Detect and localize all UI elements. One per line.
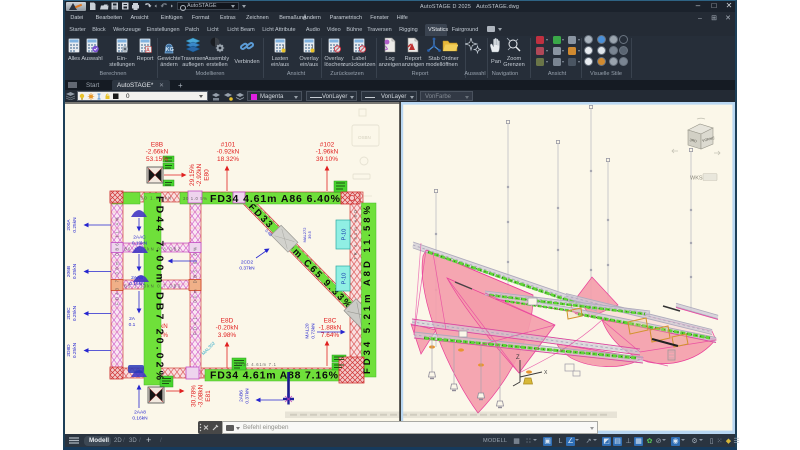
svg-text:2CD2: 2CD2 [241, 260, 254, 266]
svg-text:30.78%: 30.78% [191, 385, 198, 407]
svg-text:E80: E80 [203, 169, 210, 181]
svg-text:0.19kN: 0.19kN [132, 241, 148, 247]
svg-text:-0.20kN: -0.20kN [216, 325, 239, 332]
svg-text:200A: 200A [66, 219, 72, 231]
svg-text:P-10: P-10 [342, 273, 348, 285]
svg-text:MAL302: MAL302 [201, 340, 217, 356]
svg-text:E81: E81 [205, 390, 212, 402]
svg-text:P-10: P-10 [342, 229, 348, 241]
svg-text:Z: Z [516, 355, 520, 361]
svg-text:206B: 206B [66, 266, 72, 277]
svg-text:WKS: WKS [690, 176, 703, 182]
svg-text:18.32%: 18.32% [217, 156, 239, 163]
svg-text:FD34 4.61m A86 6.40%: FD34 4.61m A86 6.40% [210, 193, 341, 205]
svg-text:0.25kN: 0.25kN [72, 305, 78, 321]
svg-text:FD34 4.61m 7.1: FD34 4.61m 7.1 [236, 362, 277, 367]
svg-text:#101: #101 [221, 142, 236, 149]
svg-text:0.25kN: 0.25kN [72, 342, 78, 358]
svg-text:TR 4.61m A8D: TR 4.61m A8D [353, 210, 358, 260]
svg-text:0.16kN: 0.16kN [132, 416, 148, 422]
svg-text:39.10%: 39.10% [316, 156, 338, 163]
svg-text:0.37kN: 0.37kN [245, 388, 251, 404]
svg-text:E8C: E8C [324, 318, 337, 325]
svg-text:0.73kN: 0.73kN [311, 323, 317, 339]
svg-text:KG: KG [166, 47, 174, 53]
svg-text:MAL20: MAL20 [305, 323, 311, 339]
svg-text:-1.88kN: -1.88kN [319, 325, 342, 332]
svg-text:FD34 4.61m A88 7.16%: FD34 4.61m A88 7.16% [210, 370, 339, 382]
svg-text:0.37kN: 0.37kN [239, 266, 255, 272]
svg-text:2AA8: 2AA8 [131, 275, 143, 281]
svg-text:2D8D: 2D8D [66, 344, 72, 357]
svg-text:X: X [544, 370, 548, 376]
svg-text:2D8C: 2D8C [66, 307, 72, 320]
svg-text:OSBN: OSBN [358, 135, 371, 140]
svg-text:39.5: 39.5 [307, 230, 312, 239]
svg-text:7.64%: 7.64% [321, 332, 340, 339]
svg-text:-3.08kN: -3.08kN [198, 384, 205, 407]
svg-text:B6 1.25kN 0.8 DB2: B6 1.25kN 0.8 DB2 [124, 247, 181, 252]
svg-text:50 1.05 kN: 50 1.05 kN [141, 196, 171, 201]
svg-text:-0.92kN: -0.92kN [217, 149, 240, 156]
svg-text:2AB6: 2AB6 [239, 390, 245, 402]
svg-text:30 1.0 5%: 30 1.0 5% [183, 196, 207, 201]
svg-text:53.15%: 53.15% [146, 156, 168, 163]
svg-text:2AA8: 2AA8 [134, 410, 146, 416]
svg-text:-1.96kN: -1.96kN [316, 149, 339, 156]
svg-text:E8D: E8D [221, 318, 234, 325]
svg-text:E8B: E8B [151, 142, 163, 149]
svg-text:0.25kN: 0.25kN [72, 263, 78, 279]
svg-text:#102: #102 [320, 142, 335, 149]
svg-text:-2.66kN: -2.66kN [146, 149, 169, 156]
svg-text:-2.92kN: -2.92kN [196, 163, 203, 186]
svg-text:0.16kN: 0.16kN [129, 281, 145, 287]
svg-text:2A: 2A [129, 316, 136, 322]
svg-text:29.15%: 29.15% [189, 164, 196, 186]
svg-text:0.25kN: 0.25kN [72, 217, 78, 233]
svg-text:0.1: 0.1 [129, 322, 136, 328]
svg-text:3.98%: 3.98% [218, 332, 237, 339]
svg-text:2AAC: 2AAC [133, 235, 146, 241]
